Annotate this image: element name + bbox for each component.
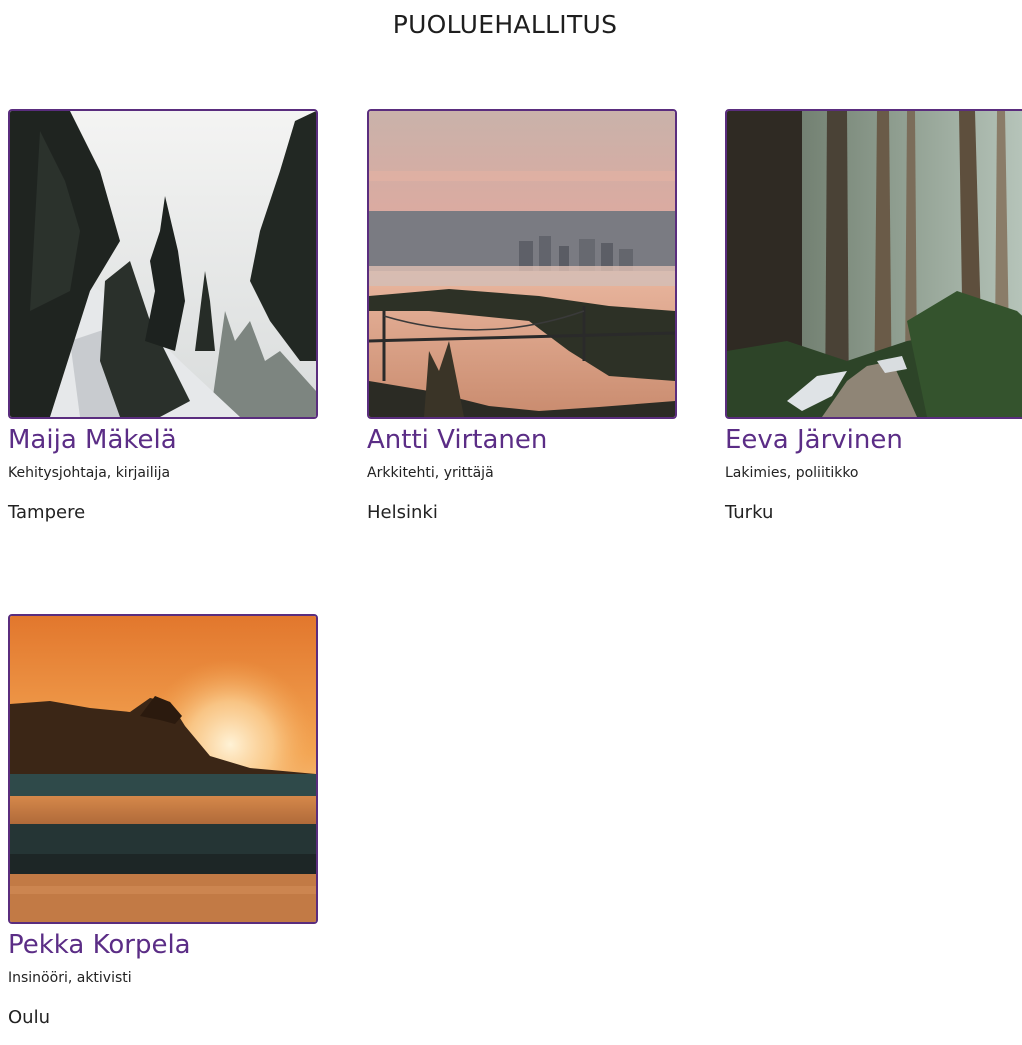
member-card[interactable]: Pekka Korpela Insinööri, aktivisti Oulu (8, 614, 318, 1030)
member-city: Oulu (8, 1007, 50, 1028)
page-title: PUOLUEHALLITUS (392, 10, 618, 39)
member-photo[interactable] (725, 109, 1022, 419)
beach-sunset-photo (10, 616, 316, 922)
member-photo[interactable] (367, 109, 677, 419)
member-city: Helsinki (367, 502, 438, 523)
member-city: Tampere (8, 502, 86, 523)
city-bridge-photo (369, 111, 675, 417)
member-name[interactable]: Eeva Järvinen (725, 423, 1022, 457)
member-card[interactable]: Maija Mäkelä Kehitysjohtaja, kirjailija … (8, 109, 318, 525)
member-role: Arkkitehti, yrittäjä (367, 465, 494, 481)
misty-forest-photo (727, 111, 1022, 417)
member-photo[interactable] (8, 109, 318, 419)
member-name[interactable]: Pekka Korpela (8, 928, 318, 962)
member-name[interactable]: Antti Virtanen (367, 423, 677, 457)
member-role: Lakimies, poliitikko (725, 465, 859, 481)
member-name[interactable]: Maija Mäkelä (8, 423, 318, 457)
member-photo[interactable] (8, 614, 318, 924)
member-city: Turku (725, 502, 774, 523)
member-role: Insinööri, aktivisti (8, 970, 132, 986)
member-card[interactable]: Antti Virtanen Arkkitehti, yrittäjä Hels… (367, 109, 677, 525)
member-role: Kehitysjohtaja, kirjailija (8, 465, 171, 481)
member-card[interactable]: Eeva Järvinen Lakimies, poliitikko Turku (725, 109, 1022, 525)
snowy-forest-photo (10, 111, 316, 417)
